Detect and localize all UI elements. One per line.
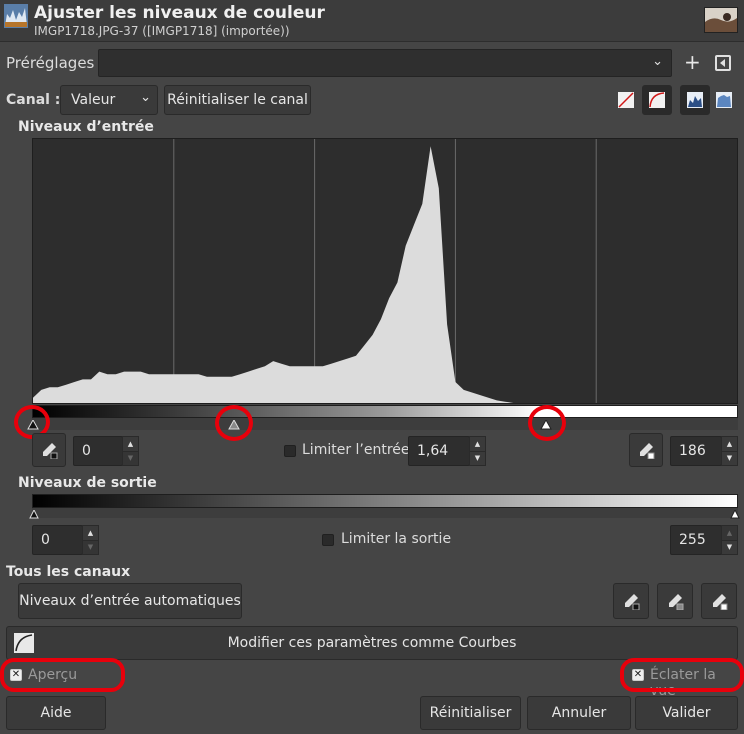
auto-input-levels-button[interactable]: Niveaux d’entrée automatiques	[18, 583, 242, 619]
input-low-value: 0	[82, 443, 91, 459]
output-high-value: 255	[679, 532, 706, 548]
spin-up-icon[interactable]: ▲	[83, 526, 98, 540]
output-low-handle[interactable]	[29, 507, 39, 523]
pick-gray-button[interactable]	[657, 583, 693, 619]
log-curve-icon	[649, 92, 665, 108]
edit-as-curves-button[interactable]: Modifier ces paramètres comme Courbes	[6, 626, 738, 660]
log-histogram-icon[interactable]	[716, 92, 732, 108]
output-levels-title: Niveaux de sortie	[18, 475, 157, 491]
pick-white-button[interactable]	[701, 583, 737, 619]
input-gamma-value: 1,64	[417, 443, 449, 459]
help-button[interactable]: Aide	[6, 696, 106, 730]
output-high-spin[interactable]: ▲ ▼	[721, 525, 738, 555]
linear-curve-icon[interactable]	[618, 92, 634, 108]
pick-white-point-button[interactable]	[629, 433, 663, 467]
presets-label: Préréglages :	[6, 54, 105, 72]
spin-down-icon[interactable]: ▼	[123, 450, 138, 465]
spin-down-icon[interactable]: ▼	[83, 539, 98, 554]
histogram-view[interactable]	[32, 138, 738, 404]
title-bar: Ajuster les niveaux de couleur IMGP1718.…	[0, 0, 744, 42]
linear-histogram-button[interactable]	[680, 85, 710, 115]
spin-up-icon[interactable]: ▲	[123, 437, 138, 451]
annotation-ring-gamma	[215, 405, 253, 441]
output-high-field[interactable]: 255	[670, 525, 722, 555]
output-low-spin[interactable]: ▲ ▼	[82, 525, 99, 555]
output-slider-track[interactable]	[32, 508, 738, 518]
chevron-down-icon: ⌄	[140, 90, 151, 105]
dialog-subtitle: IMGP1718.JPG-37 ([IMGP1718] (importée))	[34, 24, 290, 38]
input-high-value: 186	[679, 443, 706, 459]
clamp-input-label: Limiter l’entrée	[302, 442, 410, 458]
add-preset-icon[interactable]: +	[684, 50, 701, 74]
input-slider-track[interactable]	[32, 418, 738, 430]
clamp-output-label: Limiter la sortie	[341, 531, 452, 547]
spin-down-icon[interactable]: ▼	[722, 450, 737, 466]
levels-icon	[4, 4, 28, 28]
spin-up-icon[interactable]: ▲	[722, 526, 737, 540]
spin-down-icon[interactable]: ▼	[470, 450, 485, 466]
reset-channel-button[interactable]: Réinitialiser le canal	[164, 85, 311, 115]
presets-combo[interactable]: ⌄	[98, 49, 672, 77]
annotation-ring-split-view	[620, 658, 744, 692]
clamp-output-checkbox[interactable]	[322, 534, 334, 546]
chevron-down-icon: ⌄	[652, 54, 663, 69]
eyedropper-white-icon	[640, 443, 655, 459]
input-high-field[interactable]: 186	[670, 436, 722, 466]
output-low-value: 0	[41, 532, 50, 548]
spin-up-icon[interactable]: ▲	[722, 437, 737, 451]
histogram-chart	[33, 139, 737, 403]
spin-down-icon[interactable]: ▼	[722, 539, 737, 555]
curves-icon	[14, 633, 34, 653]
image-thumbnail-icon	[704, 7, 738, 33]
ok-button[interactable]: Valider	[635, 696, 738, 730]
channel-value: Valeur	[71, 92, 116, 108]
cancel-button[interactable]: Annuler	[527, 696, 631, 730]
input-gamma-field[interactable]: 1,64	[408, 436, 470, 466]
eyedropper-black-icon	[625, 594, 640, 610]
histogram-area	[33, 146, 737, 403]
annotation-ring-preview	[0, 658, 125, 692]
channel-label: Canal :	[6, 92, 61, 108]
input-gamma-spin[interactable]: ▲ ▼	[469, 436, 486, 466]
eyedropper-white-icon	[713, 594, 728, 610]
input-low-field[interactable]: 0	[73, 436, 123, 466]
pick-black-button[interactable]	[613, 583, 649, 619]
clamp-input-checkbox[interactable]	[284, 445, 296, 457]
all-channels-title: Tous les canaux	[6, 564, 131, 580]
dialog-title: Ajuster les niveaux de couleur	[34, 3, 325, 23]
output-high-handle[interactable]	[730, 507, 740, 523]
spin-up-icon[interactable]: ▲	[470, 437, 485, 451]
reset-button[interactable]: Réinitialiser	[420, 696, 521, 730]
channel-combo[interactable]: Valeur ⌄	[60, 85, 158, 115]
edit-as-curves-label: Modifier ces paramètres comme Courbes	[227, 635, 517, 651]
output-gradient-bar[interactable]	[32, 494, 738, 508]
input-low-spin[interactable]: ▲ ▼	[122, 436, 139, 466]
log-curve-button[interactable]	[642, 85, 672, 115]
linear-histogram-icon	[687, 92, 703, 108]
input-high-spin[interactable]: ▲ ▼	[721, 436, 738, 466]
eyedropper-gray-icon	[669, 594, 684, 610]
output-low-field[interactable]: 0	[32, 525, 83, 555]
input-gradient-bar[interactable]	[32, 405, 738, 418]
pick-black-point-button[interactable]	[32, 433, 66, 467]
input-levels-title: Niveaux d’entrée	[18, 119, 154, 135]
eyedropper-black-icon	[43, 443, 58, 459]
preset-menu-icon[interactable]	[715, 55, 731, 71]
annotation-ring-high	[528, 405, 566, 441]
